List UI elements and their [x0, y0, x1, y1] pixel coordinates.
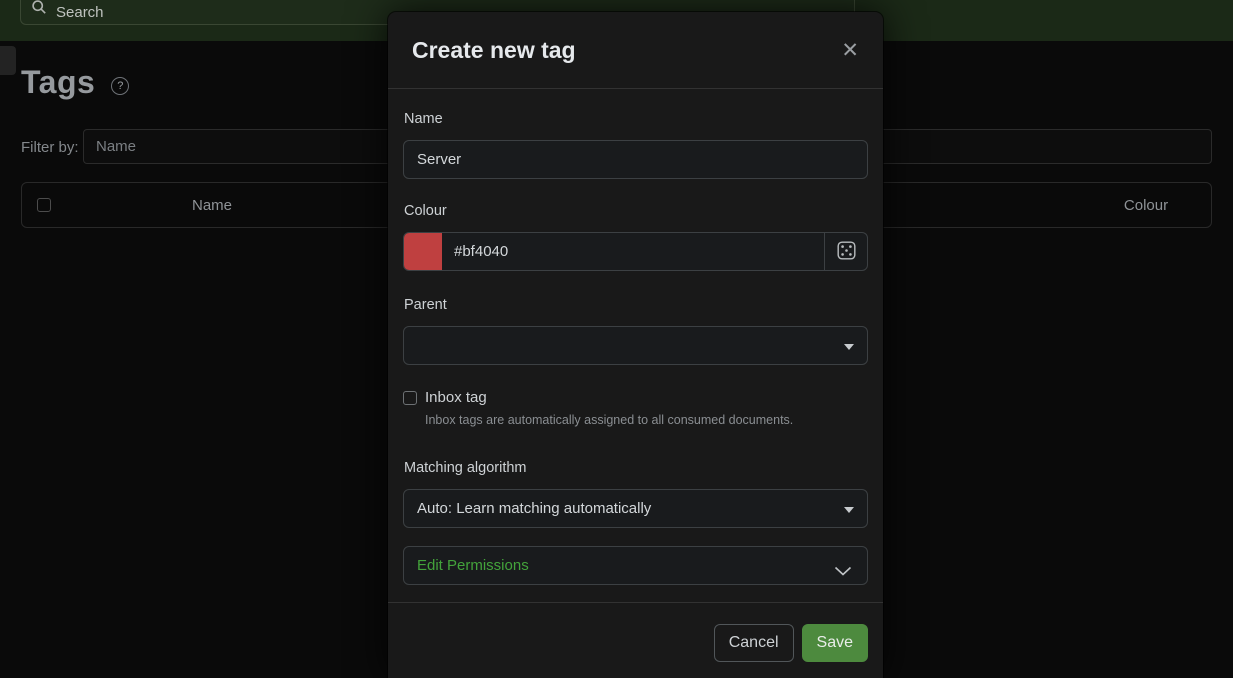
inbox-tag-hint: Inbox tags are automatically assigned to… — [425, 413, 868, 428]
create-tag-dialog: Create new tag ✕ Name Colour — [388, 12, 883, 678]
edit-permissions-label: Edit Permissions — [417, 557, 529, 574]
column-header-name[interactable]: Name — [192, 197, 232, 214]
parent-label: Parent — [404, 297, 868, 313]
caret-down-icon — [844, 344, 854, 350]
edit-permissions-accordion[interactable]: Edit Permissions — [403, 546, 868, 585]
caret-down-icon — [844, 507, 854, 513]
name-label: Name — [404, 111, 868, 127]
search-placeholder: Search — [56, 4, 104, 21]
colour-label: Colour — [404, 203, 868, 219]
sidebar-edge — [0, 46, 16, 75]
dialog-header: Create new tag ✕ — [388, 12, 883, 89]
cancel-button[interactable]: Cancel — [714, 624, 794, 662]
help-icon[interactable]: ? — [111, 77, 129, 95]
filter-by-label: Filter by: — [21, 139, 79, 156]
select-all-checkbox[interactable] — [37, 198, 51, 212]
colour-hex-input[interactable] — [442, 233, 824, 270]
random-colour-button[interactable] — [824, 233, 867, 270]
column-header-colour[interactable]: Colour — [1124, 197, 1168, 214]
search-icon — [31, 0, 47, 20]
matching-algorithm-value: Auto: Learn matching automatically — [417, 500, 651, 517]
matching-algorithm-label: Matching algorithm — [404, 460, 868, 476]
dialog-footer: Cancel Save — [388, 602, 883, 677]
page-title: Tags — [21, 64, 95, 101]
parent-select[interactable] — [403, 326, 868, 365]
dice-icon — [837, 241, 856, 263]
colour-input-group — [403, 232, 868, 271]
inbox-tag-label: Inbox tag — [425, 389, 487, 406]
dialog-body: Name Colour — [388, 89, 883, 585]
name-input[interactable] — [403, 140, 868, 179]
save-button[interactable]: Save — [802, 624, 868, 662]
chevron-down-icon — [834, 563, 852, 581]
close-icon[interactable]: ✕ — [839, 38, 861, 63]
matching-algorithm-select[interactable]: Auto: Learn matching automatically — [403, 489, 868, 528]
inbox-tag-checkbox[interactable] — [403, 391, 417, 405]
colour-swatch — [404, 233, 442, 270]
dialog-title: Create new tag — [412, 37, 576, 64]
app-screen: Search Tags ? Filter by: Name Colour Cre… — [0, 0, 1233, 678]
